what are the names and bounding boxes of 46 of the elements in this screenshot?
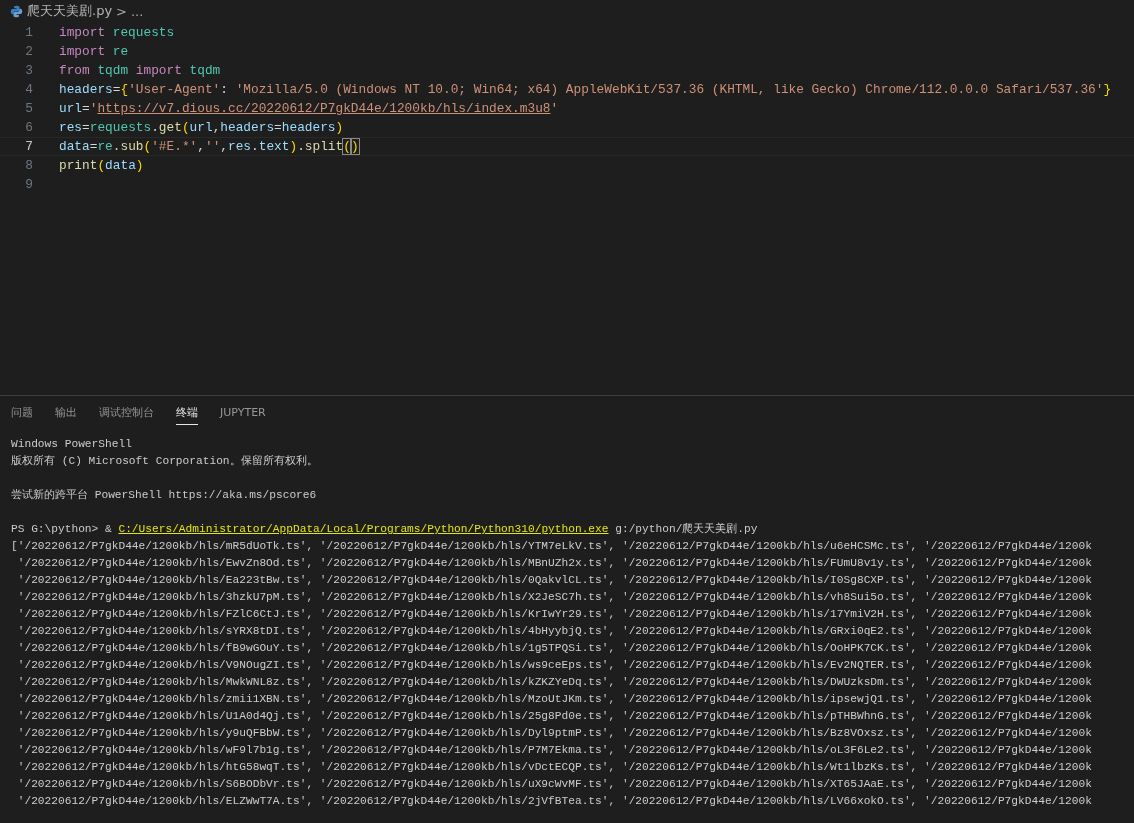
terminal-line: '/20220612/P7gkD44e/1200kb/hls/EwvZn8Od.ts', '/20220612/P7gkD44e/1200kb/hls/MBnUZh2x.ts', '/20220612/P7gkD44e/1200kb/hls/FUmU8v1y.ts', '/20220612/P7gkD44e/1200k xyxy=(16,556,1093,571)
panel-tab[interactable]: JUPYTER xyxy=(220,402,266,424)
terminal-line: Windows PowerShell xyxy=(11,437,133,452)
breadcrumb-separator: > xyxy=(116,3,127,19)
line-number: 3 xyxy=(24,63,33,78)
line-number: 1 xyxy=(24,25,33,40)
code-line: headers={'User-Agent': 'Mozilla/5.0 (Windows NT 10.0; Win64; x64) AppleWebKit/537.36 (KHTML, like Gecko) Chrome/112.0.0.0 Safari/537.36'} xyxy=(59,82,1112,97)
python-file-icon xyxy=(10,4,23,18)
line-number: 2 xyxy=(24,44,33,59)
panel-tab[interactable]: 终端 xyxy=(176,401,198,425)
terminal-line: '/20220612/P7gkD44e/1200kb/hls/sYRX8tDI.ts', '/20220612/P7gkD44e/1200kb/hls/4bHyybjQ.ts', '/20220612/P7gkD44e/1200kb/hls/GRxi0qE2.ts', '/20220612/P7gkD44e/1200k xyxy=(16,624,1093,639)
terminal-line: '/20220612/P7gkD44e/1200kb/hls/htG58wqT.ts', '/20220612/P7gkD44e/1200kb/hls/vDctECQP.ts', '/20220612/P7gkD44e/1200kb/hls/Wt1lbzKs.ts', '/20220612/P7gkD44e/1200k xyxy=(16,760,1093,775)
terminal-line: '/20220612/P7gkD44e/1200kb/hls/V9NOugZI.ts', '/20220612/P7gkD44e/1200kb/hls/ws9ceEps.ts', '/20220612/P7gkD44e/1200kb/hls/Ev2NQTER.ts', '/20220612/P7gkD44e/1200k xyxy=(16,658,1093,673)
terminal-command-line: PS G:\python> & C:/Users/Administrator/AppData/Local/Programs/Python/Python310/python.exe g:/python/爬天天美剧.py xyxy=(11,521,759,537)
line-number: 8 xyxy=(24,158,33,173)
code-line: import re xyxy=(59,44,129,59)
line-number: 9 xyxy=(24,177,33,192)
terminal-line: '/20220612/P7gkD44e/1200kb/hls/Ea223tBw.ts', '/20220612/P7gkD44e/1200kb/hls/0QakvlCL.ts', '/20220612/P7gkD44e/1200kb/hls/I0Sg8CXP.ts', '/20220612/P7gkD44e/1200k xyxy=(16,573,1093,588)
terminal-line: '/20220612/P7gkD44e/1200kb/hls/MwkWNL8z.ts', '/20220612/P7gkD44e/1200kb/hls/kZKZYeDq.ts', '/20220612/P7gkD44e/1200kb/hls/DWUzksDm.ts', '/20220612/P7gkD44e/1200k xyxy=(16,675,1093,690)
terminal-line: '/20220612/P7gkD44e/1200kb/hls/zmii1XBN.ts', '/20220612/P7gkD44e/1200kb/hls/MzoUtJKm.ts', '/20220612/P7gkD44e/1200kb/hls/ipsewjQ1.ts', '/20220612/P7gkD44e/1200k xyxy=(16,692,1093,707)
panel-tab[interactable]: 问题 xyxy=(11,401,33,425)
terminal-line: '/20220612/P7gkD44e/1200kb/hls/S6BODbVr.ts', '/20220612/P7gkD44e/1200kb/hls/uX9cWvMF.ts', '/20220612/P7gkD44e/1200kb/hls/XT65JAaE.ts', '/20220612/P7gkD44e/1200k xyxy=(16,777,1093,792)
code-line: url='https://v7.dious.cc/20220612/P7gkD44e/1200kb/hls/index.m3u8' xyxy=(59,101,559,116)
terminal-line: '/20220612/P7gkD44e/1200kb/hls/FZlC6CtJ.ts', '/20220612/P7gkD44e/1200kb/hls/KrIwYr29.ts', '/20220612/P7gkD44e/1200kb/hls/17YmiV2H.ts', '/20220612/P7gkD44e/1200k xyxy=(16,607,1093,622)
terminal-line: '/20220612/P7gkD44e/1200kb/hls/y9uQFBbW.ts', '/20220612/P7gkD44e/1200kb/hls/Dyl9ptmP.ts', '/20220612/P7gkD44e/1200kb/hls/Bz8VOxsz.ts', '/20220612/P7gkD44e/1200k xyxy=(16,726,1093,741)
terminal-line: ['/20220612/P7gkD44e/1200kb/hls/mR5dUoTk.ts', '/20220612/P7gkD44e/1200kb/hls/YTM7eLkV.ts', '/20220612/P7gkD44e/1200kb/hls/u6eHCSMc.ts', '/20220612/P7gkD44e/1200k xyxy=(11,539,1093,554)
code-line: res=requests.get(url,headers=headers) xyxy=(59,120,344,135)
terminal-line: '/20220612/P7gkD44e/1200kb/hls/ELZWwT7A.ts', '/20220612/P7gkD44e/1200kb/hls/2jVfBTea.ts', '/20220612/P7gkD44e/1200kb/hls/LV66xokO.ts', '/20220612/P7gkD44e/1200k xyxy=(16,794,1093,809)
terminal-line: '/20220612/P7gkD44e/1200kb/hls/fB9wGOuY.ts', '/20220612/P7gkD44e/1200kb/hls/1g5TPQSi.ts', '/20220612/P7gkD44e/1200kb/hls/OoHPK7CK.ts', '/20220612/P7gkD44e/1200k xyxy=(16,641,1093,656)
code-line: data=re.sub('#E.*','',res.text).split() xyxy=(59,139,359,154)
line-number: 5 xyxy=(24,101,33,116)
terminal-line: 版权所有 (C) Microsoft Corporation。保留所有权利。 xyxy=(11,454,319,469)
breadcrumb-more[interactable]: ... xyxy=(131,3,144,19)
terminal-line: 尝试新的跨平台 PowerShell https://aka.ms/pscore6 xyxy=(11,488,318,503)
line-number: 4 xyxy=(24,82,33,97)
panel-tab[interactable]: 调试控制台 xyxy=(99,401,154,425)
panel-tab[interactable]: 输出 xyxy=(55,401,77,425)
terminal-line: '/20220612/P7gkD44e/1200kb/hls/wF9l7b1g.ts', '/20220612/P7gkD44e/1200kb/hls/P7M7Ekma.ts', '/20220612/P7gkD44e/1200kb/hls/oL3F6Le2.ts', '/20220612/P7gkD44e/1200k xyxy=(16,743,1093,758)
code-line: print(data) xyxy=(59,158,144,173)
terminal-line: '/20220612/P7gkD44e/1200kb/hls/U1A0d4Qj.ts', '/20220612/P7gkD44e/1200kb/hls/25g8Pd0e.ts', '/20220612/P7gkD44e/1200kb/hls/pTHBWhnG.ts', '/20220612/P7gkD44e/1200k xyxy=(16,709,1093,724)
code-line: import requests xyxy=(59,25,175,40)
line-number: 6 xyxy=(24,120,33,135)
code-line: from tqdm import tqdm xyxy=(59,63,221,78)
terminal-line: '/20220612/P7gkD44e/1200kb/hls/3hzkU7pM.ts', '/20220612/P7gkD44e/1200kb/hls/X2JeSC7h.ts', '/20220612/P7gkD44e/1200kb/hls/vh8Sui5o.ts', '/20220612/P7gkD44e/1200k xyxy=(16,590,1093,605)
file-name[interactable]: 爬天天美剧.py xyxy=(27,2,113,20)
line-number: 7 xyxy=(24,139,33,154)
